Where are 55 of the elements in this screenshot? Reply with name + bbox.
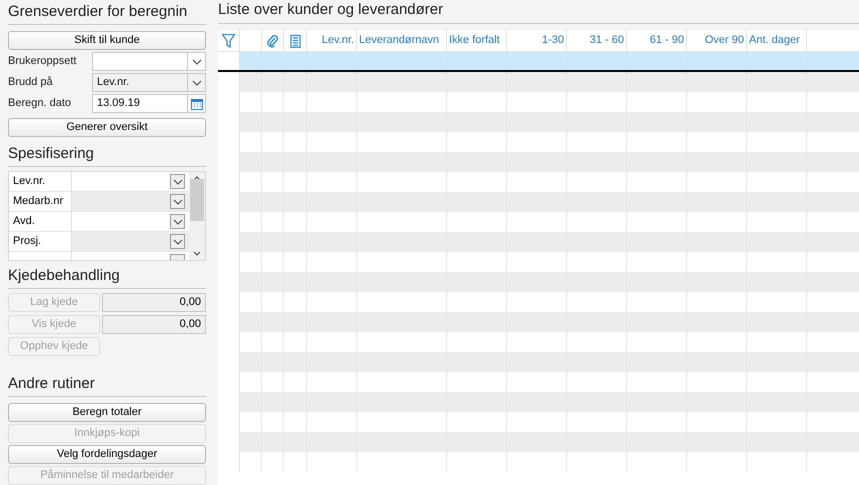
column-header[interactable]: Ant. dager xyxy=(749,32,800,49)
selected-row[interactable] xyxy=(218,52,859,72)
dropdown-field[interactable] xyxy=(92,52,206,71)
chevron-down-icon xyxy=(172,218,182,224)
action-button[interactable]: Generer oversikt xyxy=(8,118,206,137)
column-header[interactable]: Lev.nr. xyxy=(322,32,354,49)
column-header[interactable]: 1-30 xyxy=(542,32,564,49)
action-button[interactable]: Beregn totaler xyxy=(8,403,206,422)
table-row[interactable] xyxy=(218,152,859,172)
table-row[interactable] xyxy=(218,272,859,292)
dropdown-button[interactable] xyxy=(170,234,185,249)
column-header[interactable]: 31 - 60 xyxy=(590,32,624,49)
dropdown-button[interactable] xyxy=(170,194,185,209)
dropdown-button[interactable] xyxy=(170,214,185,229)
field-label: Brudd på xyxy=(8,75,54,90)
spec-label: Avd. xyxy=(13,214,35,230)
table-row[interactable] xyxy=(218,232,859,252)
dropdown-button[interactable] xyxy=(170,174,185,189)
paperclip-icon[interactable] xyxy=(267,34,278,48)
table-row[interactable] xyxy=(218,192,859,212)
field-label: Beregn. dato xyxy=(8,96,72,112)
dropdown-field[interactable]: Lev.nr. xyxy=(92,73,206,92)
section-heading: Kjedebehandling xyxy=(8,267,120,284)
action-button[interactable]: Velg fordelingsdager xyxy=(8,445,206,464)
chevron-down-icon xyxy=(172,238,182,244)
column-header[interactable]: Over 90 xyxy=(704,32,744,49)
spec-label: Lev.nr. xyxy=(13,174,46,190)
spec-label: Medarb.nr xyxy=(13,194,64,210)
action-button[interactable]: Skift til kunde xyxy=(8,31,206,50)
amount-field: 0,00 xyxy=(102,293,206,312)
table-row[interactable] xyxy=(218,392,859,412)
scroll-down-icon[interactable] xyxy=(193,251,201,256)
chevron-down-icon xyxy=(172,198,182,204)
table-row[interactable] xyxy=(218,432,859,452)
spec-label: Prosj. xyxy=(13,234,42,250)
section-heading: Spesifisering xyxy=(8,145,94,162)
field-label: Brukeroppsett xyxy=(8,54,78,70)
chevron-down-icon xyxy=(192,80,202,86)
amount-field: 0,00 xyxy=(102,315,206,334)
table-row[interactable] xyxy=(218,112,859,132)
section-heading: Grenseverdier for beregnin xyxy=(8,3,188,20)
chevron-down-icon xyxy=(172,178,182,184)
chevron-down-icon xyxy=(192,58,202,64)
column-header[interactable]: 61 - 90 xyxy=(650,32,684,49)
scrollbar[interactable] xyxy=(189,172,205,260)
filter-icon[interactable] xyxy=(222,34,235,48)
column-header[interactable]: Ikke forfalt xyxy=(449,32,500,49)
document-icon[interactable] xyxy=(290,34,300,48)
table-title: Liste over kunder og leverandører xyxy=(218,0,444,20)
section-heading: Andre rutiner xyxy=(8,375,95,392)
column-header[interactable]: Leverandørnavn xyxy=(359,32,440,49)
calendar-icon xyxy=(190,98,202,110)
table-row[interactable] xyxy=(218,352,859,372)
date-field[interactable]: 13.09.19 xyxy=(92,94,206,113)
table-row[interactable] xyxy=(218,312,859,332)
